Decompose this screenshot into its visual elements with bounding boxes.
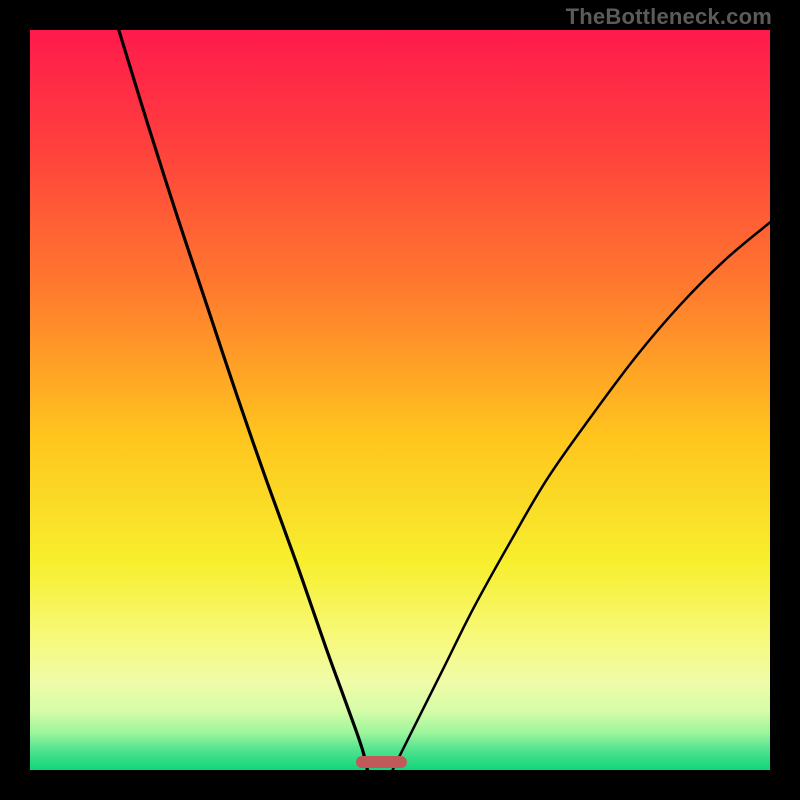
plot-area [30,30,770,770]
bottleneck-marker [356,756,408,768]
watermark-text: TheBottleneck.com [566,4,772,30]
plot-background-gradient [30,30,770,770]
